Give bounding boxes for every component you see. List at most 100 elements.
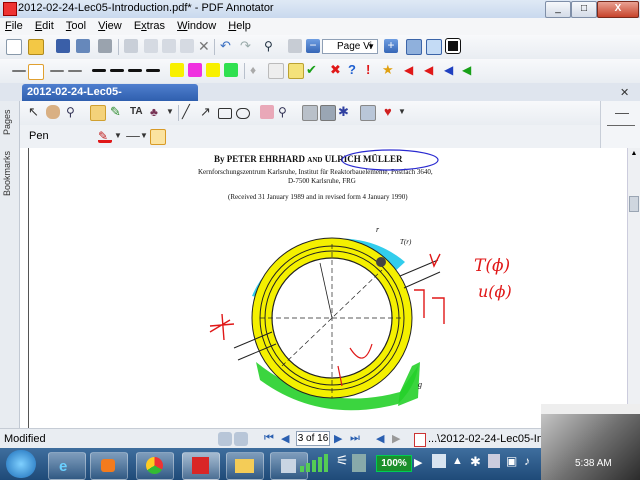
- copy-page-icon[interactable]: [180, 39, 194, 53]
- black-line-preset-icon[interactable]: [128, 69, 142, 72]
- pen-color-icon[interactable]: ✎: [98, 130, 112, 143]
- fullscreen-icon[interactable]: [445, 38, 461, 54]
- menu-file[interactable]: File: [0, 18, 27, 32]
- vertical-scrollbar[interactable]: ▲: [627, 148, 640, 428]
- note-icon[interactable]: [268, 63, 284, 79]
- line-width-icon[interactable]: [126, 136, 140, 137]
- fit-width-icon[interactable]: [406, 39, 422, 55]
- arrow-left-blue-icon[interactable]: ◀: [444, 63, 458, 77]
- menu-help[interactable]: Help: [223, 18, 255, 32]
- taskbar-media[interactable]: [90, 452, 128, 480]
- black-line-preset-icon[interactable]: [146, 69, 160, 72]
- tray-icon[interactable]: [352, 454, 366, 472]
- new-document-icon[interactable]: [6, 39, 22, 55]
- cross-icon[interactable]: ✖: [330, 63, 344, 77]
- page-number-field[interactable]: 3 of 16: [296, 431, 330, 446]
- last-page-icon[interactable]: ⏭: [350, 432, 360, 445]
- line-preset-icon[interactable]: [68, 70, 82, 72]
- document-page[interactable]: By PETER EHRHARD AND ULRICH MÜLLER Kernf…: [20, 148, 627, 428]
- maximize-button[interactable]: □: [571, 1, 597, 18]
- taskbar-ie[interactable]: e: [48, 452, 86, 480]
- arrow-left-red-icon[interactable]: ◀: [404, 63, 418, 77]
- zoom-tool-icon[interactable]: ⚲: [66, 105, 80, 119]
- bookmarks-tab[interactable]: Bookmarks: [2, 145, 16, 201]
- stamp-tool-icon[interactable]: ♣: [150, 105, 164, 119]
- zoom-out-icon[interactable]: −: [306, 39, 320, 53]
- black-line-preset-icon[interactable]: [92, 69, 106, 72]
- layout-icon[interactable]: [234, 432, 248, 446]
- lasso-icon[interactable]: ⚲: [278, 105, 292, 119]
- pages-tab[interactable]: Pages: [2, 105, 16, 139]
- pointer-icon[interactable]: ↖: [28, 105, 42, 119]
- minimize-button[interactable]: _: [545, 1, 571, 18]
- first-page-icon[interactable]: ⏮: [264, 432, 274, 445]
- pen-tool-icon[interactable]: [90, 105, 106, 121]
- ellipse-tool-icon[interactable]: [236, 108, 250, 119]
- arrow-left-green-icon[interactable]: ◀: [462, 63, 476, 77]
- show-hidden-icons[interactable]: ▲: [452, 455, 463, 467]
- eraser-icon[interactable]: [260, 105, 274, 119]
- highlighter-icon[interactable]: ✎: [110, 105, 124, 119]
- tray-icon[interactable]: [432, 454, 446, 468]
- menu-window[interactable]: Window: [172, 18, 220, 32]
- scroll-thumb[interactable]: [629, 196, 639, 212]
- menu-tool[interactable]: Tool: [61, 18, 90, 32]
- wifi-icon[interactable]: ⚟: [336, 452, 349, 469]
- find-icon[interactable]: ⚲: [264, 39, 278, 53]
- line-preset-icon[interactable]: [50, 70, 64, 72]
- menu-edit[interactable]: Edit: [30, 18, 58, 32]
- volume-icon[interactable]: ♪: [524, 454, 530, 468]
- previous-page-icon[interactable]: ◀: [281, 432, 289, 445]
- gear-icon[interactable]: ✱: [338, 105, 352, 119]
- copy-icon[interactable]: [144, 39, 158, 53]
- chevron-down-icon[interactable]: ▼: [398, 105, 412, 119]
- arrow-tool-icon[interactable]: ↗: [200, 105, 214, 119]
- signal-strength-icon[interactable]: [300, 454, 328, 472]
- paste-icon[interactable]: [162, 39, 176, 53]
- thin-line-preset-icon[interactable]: [12, 70, 26, 72]
- tab-close-icon[interactable]: ✕: [620, 86, 629, 99]
- back-icon[interactable]: ◀: [376, 432, 384, 445]
- insert-image-icon[interactable]: [302, 105, 318, 121]
- undo-icon[interactable]: ↶: [220, 39, 234, 53]
- fit-page-icon[interactable]: [426, 39, 442, 55]
- taskbar-chrome[interactable]: [136, 452, 174, 480]
- scroll-up-icon[interactable]: ▲: [629, 150, 639, 158]
- stamp-icon[interactable]: ♦: [250, 63, 264, 77]
- hand-icon[interactable]: [46, 105, 60, 119]
- cut-icon[interactable]: [124, 39, 138, 53]
- menu-extras[interactable]: Extras: [129, 18, 169, 32]
- rectangle-tool-icon[interactable]: [218, 108, 232, 119]
- yellow-highlighter-icon[interactable]: [206, 63, 220, 77]
- green-highlighter-icon[interactable]: [224, 63, 238, 77]
- redo-icon[interactable]: ↷: [240, 39, 254, 53]
- page-insert-icon[interactable]: [360, 105, 376, 121]
- snapshot-icon[interactable]: [320, 105, 336, 121]
- page-icon[interactable]: [288, 39, 302, 53]
- taskbar-pdf-annotator[interactable]: [182, 452, 220, 480]
- text-tool-icon[interactable]: TA: [130, 105, 144, 119]
- arrow-left-red-icon[interactable]: ◀: [424, 63, 438, 77]
- app-icon[interactable]: [3, 2, 17, 16]
- delete-icon[interactable]: ✕: [198, 39, 212, 53]
- black-line-preset-icon[interactable]: [110, 69, 124, 72]
- page-view-select[interactable]: Page Vi ▼: [322, 39, 378, 54]
- tray-flag-icon[interactable]: [488, 454, 500, 468]
- forward-icon[interactable]: ▶: [392, 432, 400, 445]
- sticky-note-icon[interactable]: [288, 63, 304, 79]
- question-icon[interactable]: ?: [348, 63, 362, 77]
- close-button[interactable]: X: [597, 1, 639, 18]
- yellow-highlighter-icon[interactable]: [170, 63, 184, 77]
- tray-star-icon[interactable]: ✱: [470, 454, 481, 470]
- battery-indicator[interactable]: 100%: [376, 455, 412, 472]
- start-button[interactable]: [6, 450, 36, 478]
- zoom-in-icon[interactable]: +: [384, 39, 398, 53]
- battery-arrow-icon[interactable]: ▶: [414, 456, 422, 469]
- next-page-icon[interactable]: ▶: [334, 432, 342, 445]
- clock[interactable]: 5:38 AM: [575, 458, 612, 469]
- menu-view[interactable]: View: [93, 18, 126, 32]
- save-icon[interactable]: [56, 39, 70, 53]
- print-icon[interactable]: [98, 39, 112, 53]
- checkmark-icon[interactable]: ✔: [306, 63, 320, 77]
- open-folder-icon[interactable]: [28, 39, 44, 55]
